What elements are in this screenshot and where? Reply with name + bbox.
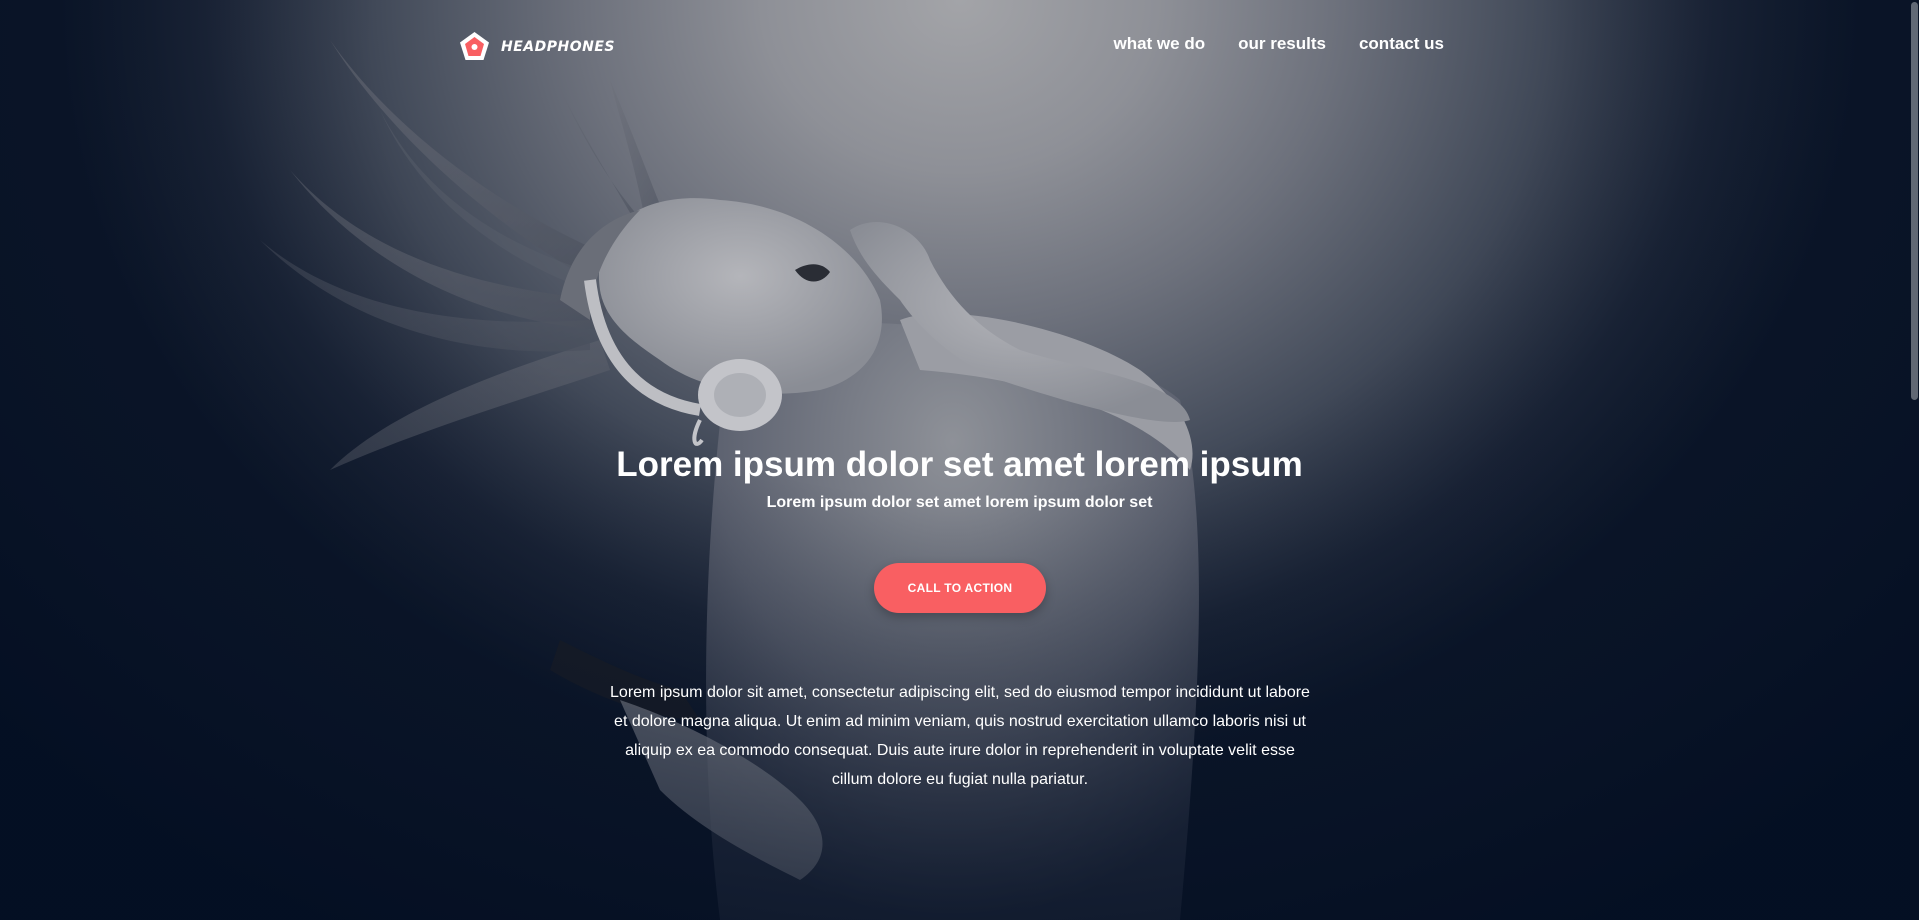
call-to-action-button[interactable]: CALL TO ACTION: [874, 563, 1046, 613]
hero-body-text: Lorem ipsum dolor sit amet, consectetur …: [610, 684, 1310, 788]
hero-content: Lorem ipsum dolor set amet lorem ipsum L…: [0, 0, 1919, 920]
hero-subheadline: Lorem ipsum dolor set amet lorem ipsum d…: [766, 494, 1153, 511]
scrollbar-thumb[interactable]: [1911, 2, 1918, 400]
hero-section: HEADPHONES what we do our results contac…: [0, 0, 1919, 920]
hero-headline: Lorem ipsum dolor set amet lorem ipsum: [616, 445, 1303, 484]
